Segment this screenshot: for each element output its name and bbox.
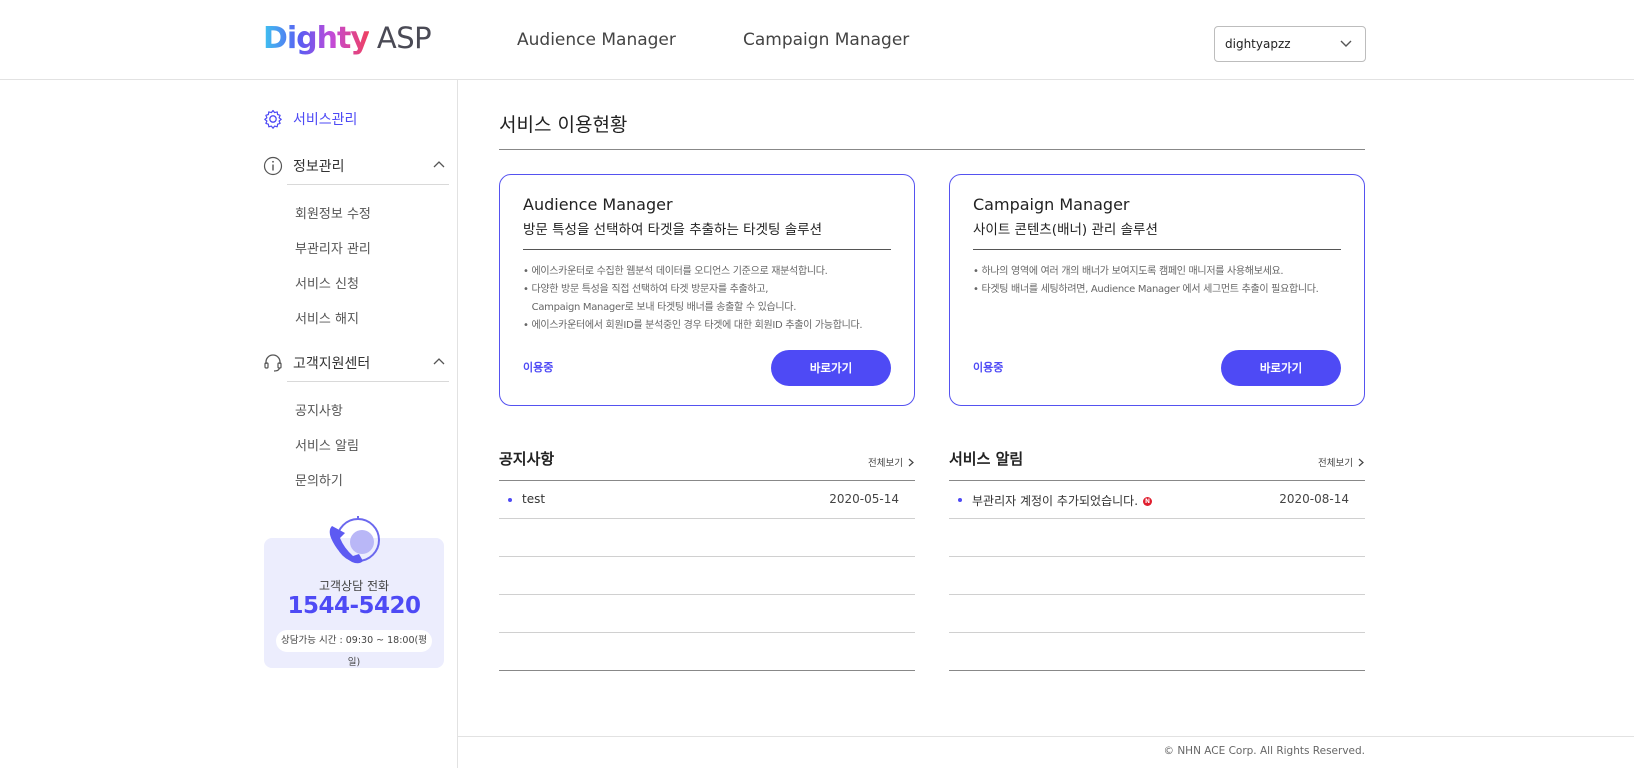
new-badge: N <box>1143 497 1153 506</box>
service-card-campaign-manager: Campaign Manager 사이트 콘텐츠(배너) 관리 솔루션 • 하나… <box>949 174 1365 406</box>
service-description: 방문 특성을 선택하여 타겟을 추출하는 타겟팅 솔루션 <box>523 222 822 238</box>
copyright-text: © NHN ACE Corp. All Rights Reserved. <box>1163 745 1365 757</box>
account-select[interactable]: dightyapzz <box>1214 26 1366 62</box>
card-divider <box>523 249 891 250</box>
headset-icon <box>263 353 283 373</box>
go-audience-manager-button[interactable]: 바로가기 <box>771 350 891 386</box>
feature-item: • 에이스카운터에서 회원ID를 분석중인 경우 타겟에 대한 회원ID 추출이… <box>523 320 863 331</box>
view-all-label: 전체보기 <box>1318 458 1353 469</box>
info-icon <box>263 156 283 176</box>
view-all-alerts-link[interactable]: 전체보기 <box>1318 455 1365 469</box>
service-name: Campaign Manager <box>973 195 1130 214</box>
page-title: 서비스 이용현황 <box>499 114 628 136</box>
chevron-right-icon <box>1358 458 1364 466</box>
account-select-value: dightyapzz <box>1225 37 1291 51</box>
nav-campaign-manager[interactable]: Campaign Manager <box>743 30 909 50</box>
feature-item: • 타겟팅 배너를 세팅하려면, Audience Manager 에서 세그먼… <box>973 284 1319 295</box>
view-all-label: 전체보기 <box>868 458 903 469</box>
sidebar-item-sub-admin[interactable]: 부관리자 관리 <box>295 238 371 257</box>
empty-row <box>949 595 1365 633</box>
logo[interactable]: Dighty ASP <box>263 20 432 56</box>
call-center-label: 고객상담 전화 <box>318 579 390 593</box>
list-item[interactable]: test 2020-05-14 <box>499 481 915 519</box>
sidebar-divider <box>457 80 458 768</box>
feature-item: Campaign Manager로 보내 타겟팅 배너를 송출할 수 있습니다. <box>523 302 797 313</box>
sidebar-rule <box>287 381 449 382</box>
sidebar-section-support[interactable]: 고객지원센터 <box>263 353 370 373</box>
empty-row <box>949 519 1365 557</box>
call-center-phone: 1544-5420 <box>287 593 421 619</box>
nav-audience-manager[interactable]: Audience Manager <box>517 30 676 50</box>
top-header: Dighty ASP Audience Manager Campaign Man… <box>0 0 1634 80</box>
list-item[interactable]: 부관리자 계정이 추가되었습니다. N 2020-08-14 <box>949 481 1365 519</box>
sidebar-section-label: 정보관리 <box>293 159 345 175</box>
sidebar-section-info[interactable]: 정보관리 <box>263 156 345 176</box>
feature-item: • 하나의 영역에 여러 개의 배너가 보여지도록 캠페인 매니저를 사용해보세… <box>973 266 1284 277</box>
chevron-up-icon[interactable] <box>432 355 446 369</box>
list-item-text: 부관리자 계정이 추가되었습니다. <box>972 494 1139 508</box>
empty-row <box>949 557 1365 595</box>
empty-row <box>499 557 915 595</box>
go-campaign-manager-button[interactable]: 바로가기 <box>1221 350 1341 386</box>
phone-icon <box>329 516 380 564</box>
list-item-date: 2020-08-14 <box>1279 492 1349 506</box>
empty-row <box>499 519 915 557</box>
list-item-title: 부관리자 계정이 추가되었습니다. N <box>972 492 1153 509</box>
empty-row <box>499 595 915 633</box>
sidebar-item-notice[interactable]: 공지사항 <box>295 400 343 419</box>
service-status: 이용중 <box>973 361 1004 374</box>
sidebar-item-label: 서비스관리 <box>293 112 358 128</box>
call-center-hours: 상담가능 시간 : 09:30 ~ 18:00(평일) <box>276 630 432 668</box>
list-item-title: test <box>522 492 546 506</box>
service-feature-list: • 하나의 영역에 여러 개의 배너가 보여지도록 캠페인 매니저를 사용해보세… <box>973 263 1345 299</box>
chevron-down-icon <box>1340 40 1352 47</box>
service-status: 이용중 <box>523 361 554 374</box>
sidebar-item-service-cancel[interactable]: 서비스 해지 <box>295 308 359 327</box>
footer-divider <box>458 736 1634 737</box>
sidebar-item-service-alert[interactable]: 서비스 알림 <box>295 435 359 454</box>
bullet-dot <box>508 498 512 502</box>
title-divider <box>499 149 1365 150</box>
list-item-date: 2020-05-14 <box>829 492 899 506</box>
feature-item: • 에이스카운터로 수집한 웹분석 데이터를 오디언스 기준으로 재분석합니다. <box>523 266 828 277</box>
sidebar-item-inquiry[interactable]: 문의하기 <box>295 470 343 489</box>
board-title: 공지사항 <box>499 450 555 468</box>
sidebar-rule <box>287 184 449 185</box>
service-name: Audience Manager <box>523 195 673 214</box>
chevron-right-icon <box>908 458 914 466</box>
sidebar-item-member-edit[interactable]: 회원정보 수정 <box>295 203 371 222</box>
bullet-dot <box>958 498 962 502</box>
sidebar-item-service-apply[interactable]: 서비스 신청 <box>295 273 359 292</box>
logo-suffix: ASP <box>376 21 432 55</box>
chevron-up-icon[interactable] <box>432 158 446 172</box>
sidebar-section-label: 고객지원센터 <box>293 356 371 372</box>
empty-row <box>949 633 1365 671</box>
service-card-audience-manager: Audience Manager 방문 특성을 선택하여 타겟을 추출하는 타겟… <box>499 174 915 406</box>
gear-icon <box>263 109 283 129</box>
board-title: 서비스 알림 <box>949 450 1024 468</box>
logo-brand: Dighty <box>263 20 370 56</box>
empty-row <box>499 633 915 671</box>
service-description: 사이트 콘텐츠(배너) 관리 솔루션 <box>973 222 1158 238</box>
view-all-notices-link[interactable]: 전체보기 <box>868 455 915 469</box>
card-divider <box>973 249 1341 250</box>
sidebar-item-service-admin[interactable]: 서비스관리 <box>263 109 357 129</box>
feature-item: • 다양한 방문 특성을 직접 선택하여 타겟 방문자를 추출하고, <box>523 284 769 295</box>
service-feature-list: • 에이스카운터로 수집한 웹분석 데이터를 오디언스 기준으로 재분석합니다.… <box>523 263 895 335</box>
